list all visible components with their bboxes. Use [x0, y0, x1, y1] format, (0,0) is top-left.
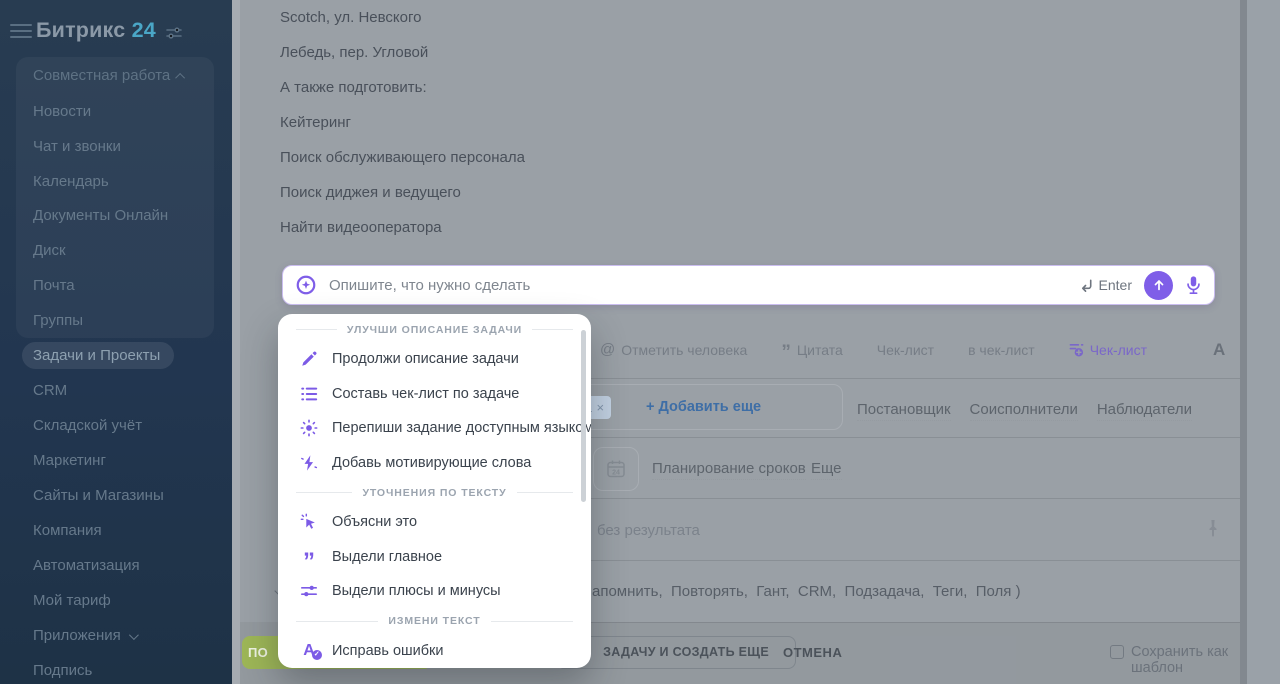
quote-button[interactable]: ”Цитата	[781, 342, 842, 358]
at-icon: @	[600, 341, 615, 358]
pin-icon[interactable]	[1205, 518, 1221, 538]
menu-item-fix-errors[interactable]: A✓ Исправь ошибки	[278, 634, 591, 669]
sidebar-group-header[interactable]: Совместная работа	[33, 67, 185, 84]
checklist-add-icon	[1069, 342, 1084, 357]
menu-item-explain-this[interactable]: Объясни это	[278, 505, 591, 540]
sidebar-group-card	[16, 57, 214, 338]
chevron-down-icon	[129, 630, 139, 640]
checklist-add-button[interactable]: Чек-лист	[1069, 342, 1147, 358]
spellcheck-icon: A✓	[299, 641, 319, 661]
sidebar-item-tasks-active[interactable]: Задачи и Проекты	[22, 342, 174, 369]
quote-icon: ”	[781, 348, 791, 358]
task-description-line: Кейтеринг	[280, 114, 351, 131]
copilot-menu: УЛУЧШИ ОПИСАНИЕ ЗАДАЧИ Продолжи описание…	[278, 314, 591, 668]
menu-item-simplify-text[interactable]: Перепиши задание доступным языком	[278, 411, 591, 446]
sidebar-item-crm[interactable]: CRM	[33, 382, 67, 399]
cursor-click-icon	[299, 512, 319, 532]
task-description-line: Поиск диджея и ведущего	[280, 184, 461, 201]
menu-burger-icon[interactable]	[10, 24, 32, 38]
microphone-icon[interactable]	[1185, 275, 1202, 295]
sidebar-item-signature[interactable]: Подпись	[33, 662, 92, 679]
additional-options-row[interactable]: апомнить, Повторять, Гант, CRM, Подзадач…	[592, 583, 1021, 600]
sidebar-item-company[interactable]: Компания	[33, 522, 102, 539]
task-description-line: Найти видеооператора	[280, 219, 442, 236]
page-overlay-gap	[1247, 0, 1280, 684]
save-template-checkbox[interactable]	[1110, 645, 1124, 659]
sidebar-item-groups[interactable]: Группы	[33, 312, 83, 329]
cancel-button[interactable]: ОТМЕНА	[783, 645, 842, 660]
into-checklist-button[interactable]: в чек-лист	[968, 342, 1035, 358]
copilot-icon	[295, 274, 317, 296]
bolt-icon	[299, 453, 319, 473]
result-placeholder[interactable]: без результата	[597, 522, 700, 539]
sidebar-item-apps[interactable]: Приложения	[33, 627, 136, 644]
sidebar-item-plan[interactable]: Мой тариф	[33, 592, 111, 609]
observers-link[interactable]: Наблюдатели	[1097, 401, 1192, 421]
sidebar-item-inventory[interactable]: Складской учёт	[33, 417, 142, 434]
sidebar-item-automation[interactable]: Автоматизация	[33, 557, 140, 574]
sliders-icon	[299, 581, 319, 601]
sidebar-item-disk[interactable]: Диск	[33, 242, 66, 259]
menu-settings-icon[interactable]	[166, 27, 182, 39]
font-settings-button[interactable]: A	[1213, 340, 1225, 360]
remove-tag-icon[interactable]: ×	[597, 400, 605, 415]
pen-icon	[299, 349, 319, 369]
editor-toolbar: @Отметить человека ”Цитата Чек-лист в че…	[600, 341, 1147, 358]
calendar-icon: 24	[605, 458, 627, 480]
menu-item-highlight-main[interactable]: ” Выдели главное	[278, 540, 591, 575]
checklist-icon	[299, 384, 319, 404]
app-logo: Битрикс 24	[36, 18, 156, 43]
menu-item-make-checklist[interactable]: Составь чек-лист по задаче	[278, 377, 591, 412]
return-icon	[1079, 278, 1094, 293]
copilot-prompt-input[interactable]: Опишите, что нужно сделать	[329, 277, 1079, 294]
originator-link[interactable]: Постановщик	[857, 401, 951, 421]
sidebar-item-mail[interactable]: Почта	[33, 277, 75, 294]
co-executors-link[interactable]: Соисполнители	[970, 401, 1078, 421]
deadline-more-link[interactable]: Еще	[811, 460, 842, 480]
checklist-button[interactable]: Чек-лист	[877, 342, 934, 358]
role-links: Постановщик Соисполнители Наблюдатели	[857, 401, 1192, 421]
panel-edge	[232, 0, 240, 684]
mention-person-button[interactable]: @Отметить человека	[600, 341, 747, 358]
panel-scrollbar[interactable]	[1240, 0, 1247, 684]
sidebar-item-documents[interactable]: Документы Онлайн	[33, 207, 168, 224]
task-description-line: Поиск обслуживающего персонала	[280, 149, 525, 166]
create-and-add-more-button[interactable]: ЗАДАЧУ И СОЗДАТЬ ЕЩЕ	[556, 636, 796, 669]
send-prompt-button[interactable]	[1144, 271, 1173, 300]
enter-hint[interactable]: Enter	[1079, 277, 1132, 293]
svg-text:24: 24	[612, 469, 620, 476]
sidebar: Битрикс 24 Совместная работа Новости Чат…	[0, 0, 232, 684]
menu-section-header: УТОЧНЕНИЯ ПО ТЕКСТУ	[278, 480, 591, 505]
menu-item-add-motivation[interactable]: Добавь мотивирующие слова	[278, 446, 591, 481]
brightness-icon	[299, 418, 319, 438]
menu-item-pros-cons[interactable]: Выдели плюсы и минусы	[278, 574, 591, 609]
menu-item-continue-description[interactable]: Продолжи описание задачи	[278, 342, 591, 377]
task-description-line: Scotch, ул. Невского	[280, 9, 421, 26]
menu-section-header: УЛУЧШИ ОПИСАНИЕ ЗАДАЧИ	[278, 317, 591, 342]
sidebar-item-calendar[interactable]: Календарь	[33, 173, 109, 190]
add-assignee-button[interactable]: + Добавить еще	[646, 399, 761, 415]
copilot-input-bar[interactable]: Опишите, что нужно сделать Enter	[282, 265, 1215, 305]
schedule-planning-link[interactable]: Планирование сроков	[652, 460, 806, 480]
arrow-up-icon	[1152, 278, 1166, 292]
task-description-line: А также подготовить:	[280, 79, 427, 96]
task-description-line: Лебедь, пер. Угловой	[280, 44, 428, 61]
menu-section-header: ИЗМЕНИ ТЕКСТ	[278, 609, 591, 634]
sidebar-item-marketing[interactable]: Маркетинг	[33, 452, 106, 469]
chevron-up-icon	[175, 73, 185, 83]
logo-24: 24	[132, 18, 156, 42]
save-template-label[interactable]: Сохранить как шаблон	[1131, 644, 1280, 676]
deadline-date-button[interactable]: 24	[593, 447, 639, 491]
menu-scrollbar[interactable]	[581, 330, 586, 502]
sidebar-item-news[interactable]: Новости	[33, 103, 91, 120]
sidebar-item-chat[interactable]: Чат и звонки	[33, 138, 121, 155]
quote-icon: ”	[299, 552, 319, 572]
sidebar-item-sites[interactable]: Сайты и Магазины	[33, 487, 164, 504]
